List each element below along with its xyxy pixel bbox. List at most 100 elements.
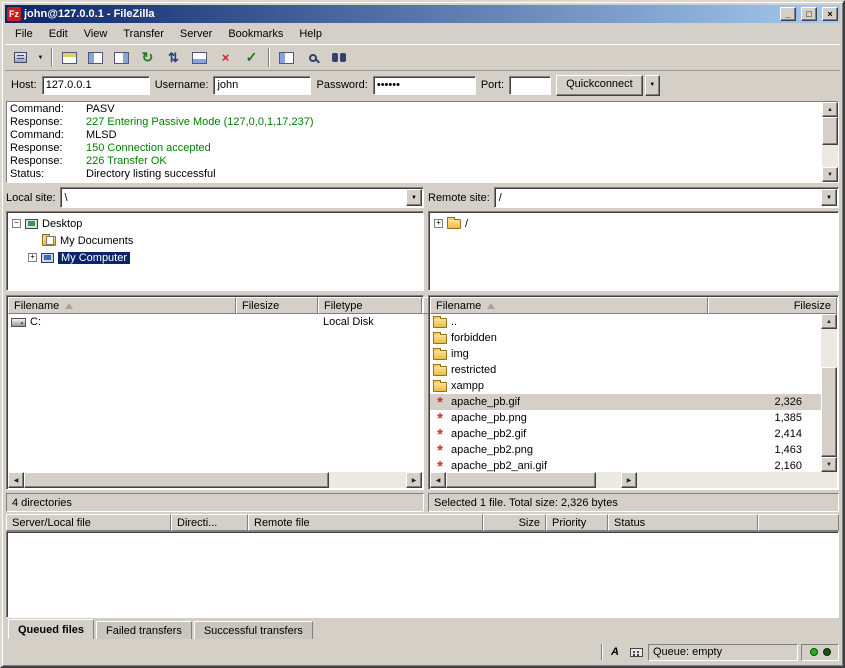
remote-vertical-scrollbar[interactable]: ▲ ▼ (821, 314, 837, 472)
site-manager-dropdown-button[interactable]: ▼ (34, 46, 47, 69)
refresh-button[interactable]: ↻ (135, 46, 160, 69)
port-label: Port: (481, 79, 504, 91)
scroll-right-button[interactable]: ▶ (406, 472, 422, 488)
process-queue-button[interactable]: ⇅ (161, 46, 186, 69)
column-filesize[interactable]: Filesize (708, 297, 837, 314)
combo-dropdown-icon[interactable]: ▼ (406, 189, 422, 206)
file-row-c-drive[interactable]: C: Local Disk (8, 314, 422, 330)
process-queue-icon: ⇅ (168, 50, 179, 66)
tab-queued-files[interactable]: Queued files (8, 619, 94, 639)
local-treeview-toggle-button[interactable] (83, 46, 108, 69)
column-server-local-file[interactable]: Server/Local file (6, 514, 171, 531)
site-manager-icon (14, 52, 27, 63)
menu-server[interactable]: Server (172, 25, 220, 43)
file-row[interactable]: xampp (430, 378, 821, 394)
username-input[interactable] (213, 76, 311, 95)
local-site-combobox[interactable]: \ ▼ (60, 187, 424, 208)
scroll-up-button[interactable]: ▲ (821, 314, 837, 329)
expand-icon[interactable]: + (434, 219, 443, 228)
filter-button[interactable] (300, 46, 325, 69)
tab-failed-transfers[interactable]: Failed transfers (96, 621, 192, 639)
menu-edit[interactable]: Edit (41, 25, 76, 43)
site-manager-button[interactable] (8, 46, 33, 69)
menu-transfer[interactable]: Transfer (115, 25, 172, 43)
file-row[interactable]: *apache_pb2_ani.gif 2,160 (430, 458, 821, 472)
remote-horizontal-scrollbar[interactable]: ◀ ▶ (430, 472, 837, 488)
port-input[interactable] (509, 76, 551, 95)
scroll-right-button[interactable]: ▶ (621, 472, 637, 488)
file-row-selected[interactable]: *apache_pb.gif 2,326 (430, 394, 821, 410)
column-filename[interactable]: Filename (8, 297, 236, 314)
titlebar[interactable]: Fz john@127.0.0.1 - FileZilla _ □ × (5, 5, 840, 23)
quickconnect-button[interactable]: Quickconnect (556, 75, 643, 96)
column-status[interactable]: Status (608, 514, 758, 531)
file-row[interactable]: *apache_pb.png 1,385 (430, 410, 821, 426)
activity-indicator-icon[interactable] (627, 644, 645, 660)
file-row[interactable]: restricted (430, 362, 821, 378)
menu-file[interactable]: File (7, 25, 41, 43)
scroll-left-button[interactable]: ◀ (430, 472, 446, 488)
tree-item-root[interactable]: + / (431, 215, 836, 232)
find-files-button[interactable] (326, 46, 351, 69)
tab-successful-transfers[interactable]: Successful transfers (194, 621, 313, 639)
scroll-down-button[interactable]: ▼ (821, 457, 837, 472)
find-files-icon (332, 53, 346, 62)
menu-help[interactable]: Help (291, 25, 330, 43)
scroll-thumb[interactable] (821, 367, 837, 457)
tree-item-my-documents[interactable]: My Documents (9, 232, 421, 249)
log-line: Command:MLSD (10, 129, 819, 142)
scroll-up-button[interactable]: ▲ (822, 102, 838, 117)
cancel-button[interactable]: × (213, 46, 238, 69)
column-filetype[interactable]: Filetype (318, 297, 422, 314)
transfer-type-icon[interactable]: A (606, 644, 624, 660)
expand-icon[interactable]: + (28, 253, 37, 262)
scroll-thumb[interactable] (446, 472, 596, 488)
menu-bookmarks[interactable]: Bookmarks (220, 25, 291, 43)
directory-comparison-button[interactable] (274, 46, 299, 69)
remote-site-combobox[interactable]: / ▼ (494, 187, 839, 208)
scroll-thumb[interactable] (822, 117, 838, 145)
image-file-icon: * (433, 446, 447, 456)
file-row[interactable]: forbidden (430, 330, 821, 346)
filezilla-window: Fz john@127.0.0.1 - FileZilla _ □ × File… (0, 0, 845, 668)
file-row[interactable]: .. (430, 314, 821, 330)
menu-view[interactable]: View (76, 25, 116, 43)
column-direction[interactable]: Directi... (171, 514, 248, 531)
combo-dropdown-icon[interactable]: ▼ (821, 189, 837, 206)
host-input[interactable] (42, 76, 150, 95)
remote-treeview-toggle-button[interactable] (109, 46, 134, 69)
file-row[interactable]: *apache_pb2.png 1,463 (430, 442, 821, 458)
tree-item-my-computer[interactable]: + My Computer (9, 249, 421, 266)
remote-list-body: .. forbidden img restricted (430, 314, 837, 472)
file-row[interactable]: *apache_pb2.gif 2,414 (430, 426, 821, 442)
activity-leds (801, 644, 839, 661)
queue-body[interactable] (6, 531, 839, 618)
local-horizontal-scrollbar[interactable]: ◀ ▶ (8, 472, 422, 488)
collapse-icon[interactable]: − (12, 219, 21, 228)
log-scrollbar[interactable]: ▲ ▼ (822, 102, 838, 182)
column-filesize[interactable]: Filesize (236, 297, 318, 314)
disconnect-button[interactable]: ✓ (239, 46, 264, 69)
column-size[interactable]: Size (483, 514, 546, 531)
column-spacer (758, 514, 839, 531)
message-log-toggle-button[interactable] (57, 46, 82, 69)
quickconnect-dropdown-button[interactable]: ▼ (645, 75, 660, 96)
password-input[interactable] (373, 76, 476, 95)
remote-status-bar: Selected 1 file. Total size: 2,326 bytes (428, 493, 839, 512)
scroll-down-button[interactable]: ▼ (822, 167, 838, 182)
close-button[interactable]: × (822, 7, 838, 21)
tree-item-desktop[interactable]: − Desktop (9, 215, 421, 232)
image-file-icon: * (433, 398, 447, 408)
drive-icon (11, 318, 26, 327)
scroll-left-button[interactable]: ◀ (8, 472, 24, 488)
maximize-button[interactable]: □ (801, 7, 817, 21)
username-label: Username: (155, 79, 209, 91)
queue-view-toggle-button[interactable] (187, 46, 212, 69)
log-line: Response:226 Transfer OK (10, 155, 819, 168)
minimize-button[interactable]: _ (780, 7, 796, 21)
column-priority[interactable]: Priority (546, 514, 608, 531)
file-row[interactable]: img (430, 346, 821, 362)
column-filename[interactable]: Filename (430, 297, 708, 314)
scroll-thumb[interactable] (24, 472, 329, 488)
column-remote-file[interactable]: Remote file (248, 514, 483, 531)
